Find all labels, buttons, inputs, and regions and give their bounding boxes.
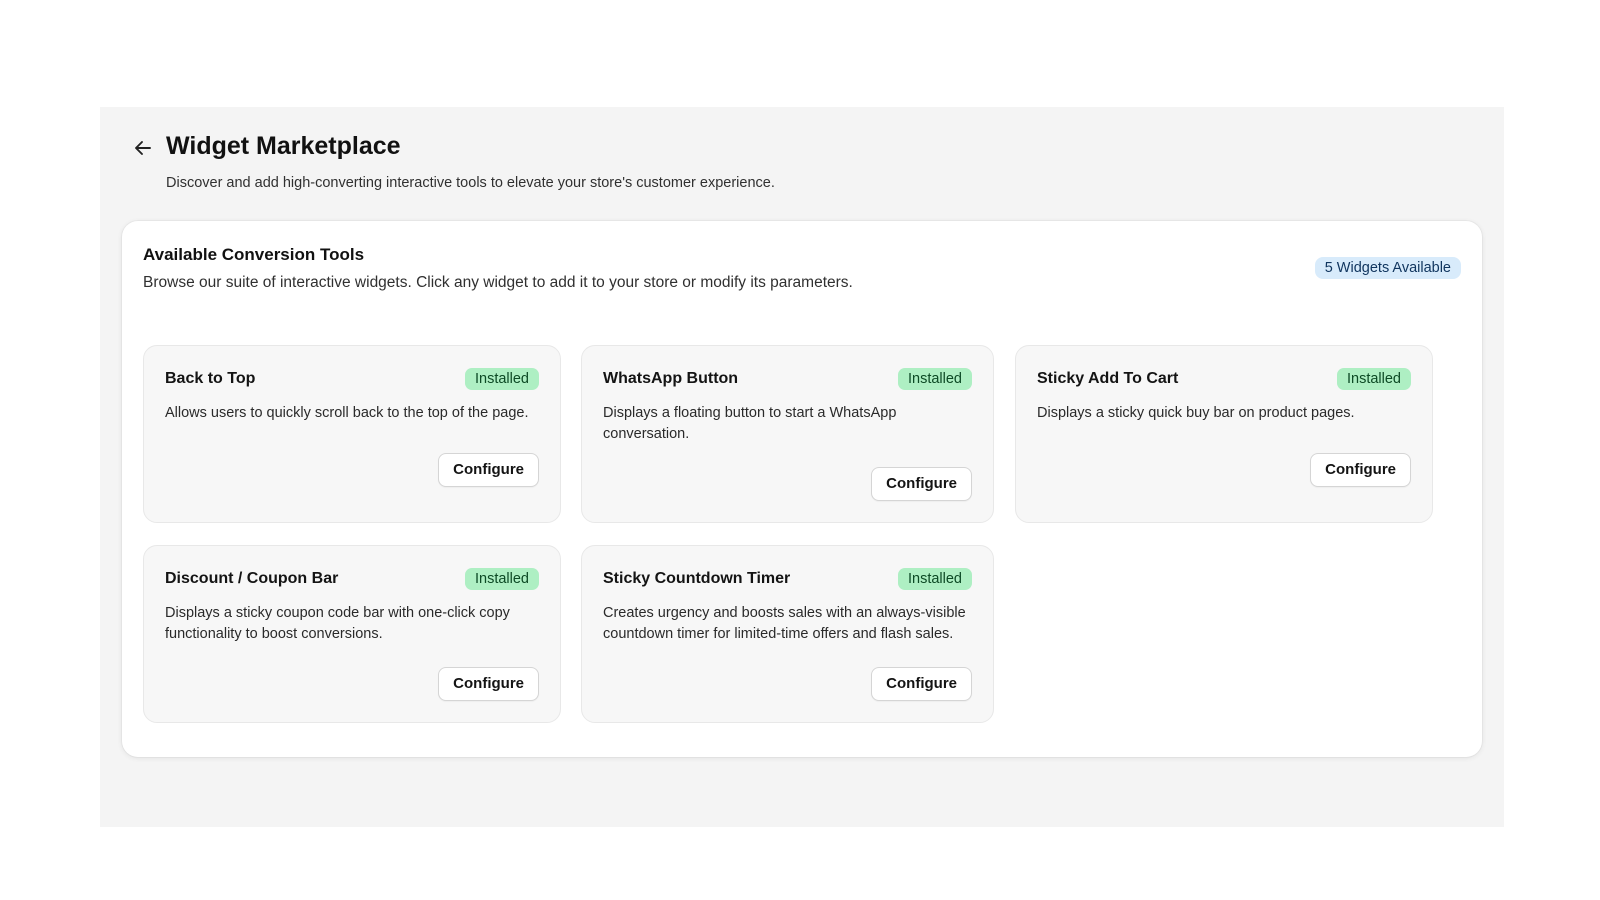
status-badge: Installed [1336, 368, 1411, 390]
widget-description: Displays a sticky quick buy bar on produ… [1037, 405, 1355, 421]
status-badge: Installed [897, 368, 972, 390]
widget-card-whatsapp-button[interactable]: WhatsApp Button Installed Displays a flo… [581, 345, 994, 523]
widget-description: Creates urgency and boosts sales with an… [603, 605, 966, 642]
configure-button[interactable]: Configure [871, 667, 972, 701]
widget-description: Displays a sticky coupon code bar with o… [165, 605, 510, 642]
widget-card-sticky-add-to-cart[interactable]: Sticky Add To Cart Installed Displays a … [1015, 345, 1433, 523]
configure-button[interactable]: Configure [1310, 453, 1411, 487]
widget-title: WhatsApp Button [603, 370, 739, 387]
configure-button[interactable]: Configure [438, 453, 539, 487]
widget-card-back-to-top[interactable]: Back to Top Installed Allows users to qu… [143, 345, 561, 523]
arrow-left-icon [135, 141, 151, 155]
widget-card-sticky-countdown-timer[interactable]: Sticky Countdown Timer Installed Creates… [581, 545, 994, 723]
page-title: Widget Marketplace [166, 132, 401, 160]
status-badge: Installed [464, 368, 539, 390]
widget-description: Displays a floating button to start a Wh… [603, 405, 897, 442]
widgets-panel: Available Conversion Tools Browse our su… [122, 221, 1482, 757]
panel-title: Available Conversion Tools [143, 245, 365, 264]
widget-title: Back to Top [165, 370, 256, 387]
configure-button[interactable]: Configure [438, 667, 539, 701]
widget-card-discount-coupon-bar[interactable]: Discount / Coupon Bar Installed Displays… [143, 545, 561, 723]
widget-title: Sticky Countdown Timer [603, 570, 791, 587]
status-badge: Installed [464, 568, 539, 590]
configure-button[interactable]: Configure [871, 467, 972, 501]
panel-description: Browse our suite of interactive widgets.… [143, 274, 853, 291]
widget-title: Discount / Coupon Bar [165, 570, 339, 587]
widget-description: Allows users to quickly scroll back to t… [165, 405, 529, 421]
widget-title: Sticky Add To Cart [1037, 370, 1179, 387]
page-frame: Widget Marketplace Discover and add high… [100, 107, 1504, 827]
status-badge: Installed [897, 568, 972, 590]
widget-count-badge: 5 Widgets Available [1314, 257, 1461, 279]
page-subtitle: Discover and add high-converting interac… [166, 175, 775, 191]
back-button[interactable] [130, 135, 156, 161]
